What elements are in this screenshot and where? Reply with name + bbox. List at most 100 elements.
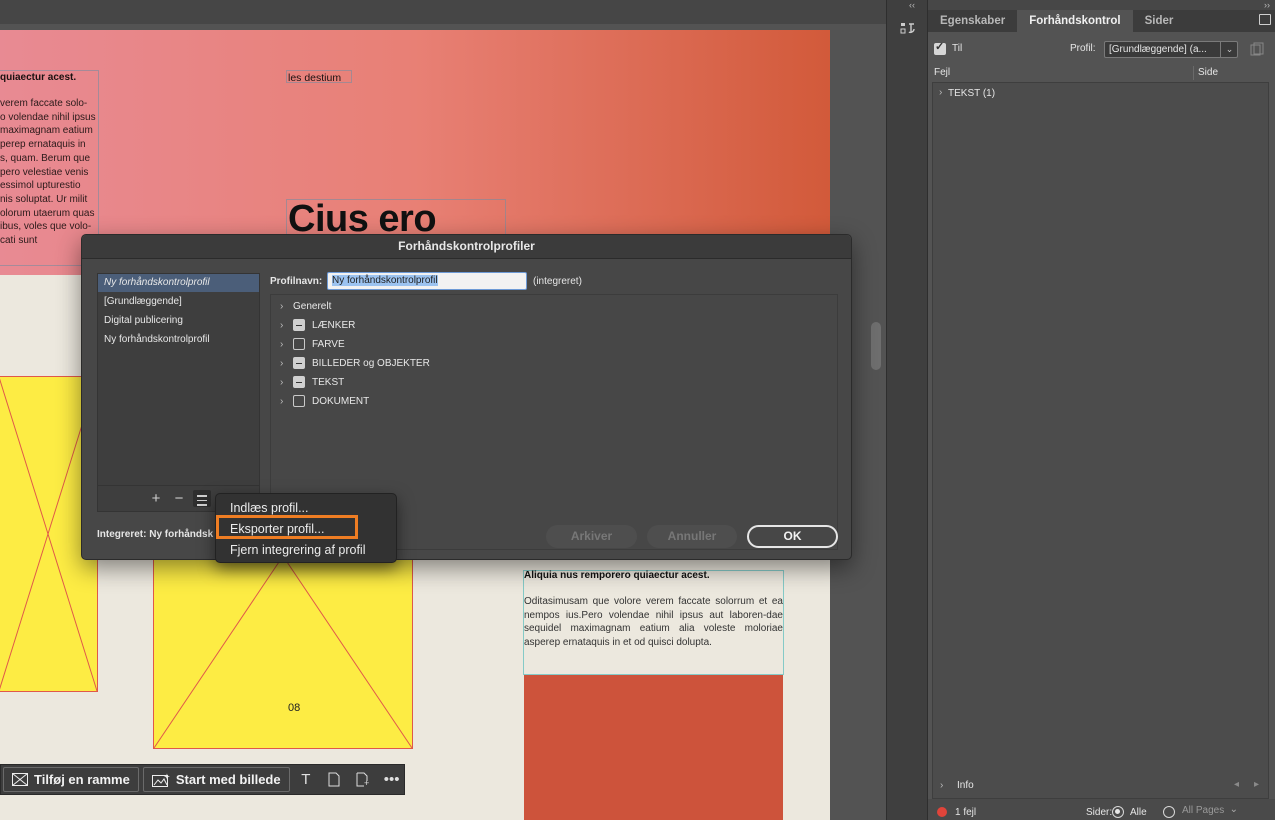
category-checkbox[interactable] (293, 376, 305, 388)
profile-menu-button[interactable] (193, 490, 211, 507)
pages-all-label: Alle (1130, 807, 1147, 818)
panel-tab-bar: Egenskaber Forhåndskontrol Sider (928, 10, 1275, 32)
profile-list-item[interactable]: Ny forhåndskontrolprofil (98, 274, 259, 292)
more-options-icon[interactable]: ••• (379, 767, 404, 792)
chevron-right-icon[interactable]: › (280, 320, 290, 331)
tab-forhandskontrol[interactable]: Forhåndskontrol (1017, 10, 1133, 32)
menu-item-load-profile[interactable]: Indlæs profil... (230, 501, 309, 515)
menu-item-export-profile[interactable]: Eksporter profil... (230, 522, 324, 536)
profile-label: Profil: (1070, 43, 1096, 54)
pages-range-field[interactable]: All Pages ⌄ (1178, 804, 1242, 820)
hero-column-body: verem faccate solo- o volendae nihil ips… (0, 98, 96, 247)
menu-item-unembed-profile[interactable]: Fjern integrering af profil (230, 543, 365, 557)
document-icon[interactable] (322, 767, 347, 792)
profile-list-item[interactable]: [Grundlæggende] (98, 293, 259, 311)
add-profile-button[interactable]: + (147, 490, 165, 507)
pages-label: Sider: (1086, 807, 1113, 818)
chevron-right-icon[interactable]: › (280, 377, 290, 388)
save-button[interactable]: Arkiver (546, 525, 637, 548)
image-sparkle-icon: ✦ (151, 773, 170, 787)
article-heading: Aliquia nus remporero quiaectur acest. (524, 570, 710, 581)
text-tool-icon[interactable]: T (294, 767, 319, 792)
column-header-error[interactable]: Fejl (934, 67, 950, 78)
chevron-down-icon: ⌄ (1229, 804, 1238, 815)
preflight-results-list[interactable]: › TEKST (1) (932, 82, 1269, 799)
red-color-block[interactable] (524, 675, 783, 820)
tree-row-color[interactable]: › FARVE (271, 335, 345, 353)
tree-row-document[interactable]: › DOKUMENT (271, 392, 369, 410)
column-divider (1193, 66, 1194, 80)
chevron-right-icon[interactable]: › (280, 358, 290, 369)
tree-row-label: BILLEDER og OBJEKTER (312, 357, 430, 369)
profile-list-item[interactable]: Ny forhåndskontrolprofil (98, 331, 259, 349)
preflight-on-checkbox[interactable] (934, 40, 946, 55)
tree-row-text[interactable]: › TEKST (271, 373, 344, 391)
preflight-on-label: Til (952, 43, 963, 54)
hero-column-heading: quiaectur acest. (0, 72, 77, 83)
error-count: 1 fejl (955, 807, 977, 818)
empty-frame-cross-icon (154, 556, 412, 748)
add-frame-button[interactable]: Tilføj en ramme (3, 767, 139, 792)
error-status-icon (937, 807, 947, 817)
tab-egenskaber[interactable]: Egenskaber (928, 10, 1017, 32)
tree-row-label: LÆNKER (312, 319, 356, 331)
start-with-image-button[interactable]: ✦ Start med billede (142, 767, 290, 792)
category-checkbox[interactable] (293, 357, 305, 369)
profile-options-menu: Indlæs profil... Eksporter profil... Fje… (215, 493, 397, 563)
document-tab-strip (0, 0, 886, 24)
profile-list: Ny forhåndskontrolprofil [Grundlæggende]… (97, 273, 260, 486)
start-with-image-label: Start med billede (175, 772, 281, 787)
scrollbar-thumb[interactable] (871, 322, 881, 370)
profile-select[interactable]: [Grundlæggende] (a... (1104, 41, 1238, 58)
next-error-icon[interactable]: ▸ (1254, 779, 1259, 790)
tree-row-label: Generelt (293, 300, 332, 312)
hero-tag-text: les destium (288, 72, 342, 84)
result-text-group[interactable]: TEKST (1) (948, 88, 995, 99)
prev-error-icon[interactable]: ◂ (1234, 779, 1239, 790)
tree-row-label: DOKUMENT (312, 395, 370, 407)
profile-name-label: Profilnavn: (270, 276, 323, 287)
tab-sider[interactable]: Sider (1133, 10, 1186, 32)
preflight-panel: ›› Egenskaber Forhåndskontrol Sider Til … (928, 0, 1275, 820)
panel-menu-icon[interactable] (1259, 14, 1271, 25)
category-checkbox[interactable] (293, 395, 305, 407)
article-text-frame[interactable]: Aliquia nus remporero quiaectur acest. O… (524, 570, 783, 650)
preflight-pages-icon (1250, 42, 1266, 56)
column-header-page[interactable]: Side (1198, 67, 1218, 78)
preflight-history-icon[interactable] (899, 20, 917, 38)
profile-list-item[interactable]: Digital publicering (98, 312, 259, 330)
pages-all-radio[interactable] (1112, 806, 1124, 818)
chevron-right-icon[interactable]: › (939, 87, 942, 98)
chevron-right-icon[interactable]: › (280, 301, 290, 312)
embedded-tag: (integreret) (533, 276, 582, 287)
chevron-down-icon[interactable]: ⌄ (1220, 41, 1238, 58)
collapse-right-icon[interactable]: ›› (1264, 0, 1270, 10)
pages-range-radio[interactable] (1163, 806, 1175, 818)
chevron-right-icon[interactable]: › (280, 396, 290, 407)
dialog-title: Forhåndskontrolprofiler (82, 235, 851, 259)
add-page-icon[interactable]: + (351, 767, 376, 792)
profile-name-input[interactable]: Ny forhåndskontrolprofil (327, 272, 527, 290)
document-vertical-scrollbar[interactable] (866, 24, 886, 820)
tree-row-generelt[interactable]: › Generelt (271, 297, 331, 315)
collapse-left-icon[interactable]: ‹‹ (909, 0, 915, 10)
image-placeholder-frame-center[interactable] (153, 555, 413, 749)
svg-text:+: + (364, 778, 369, 787)
contextual-task-bar: Tilføj en ramme ✦ Start med billede T + … (0, 764, 405, 795)
ok-button[interactable]: OK (747, 525, 838, 548)
info-label[interactable]: Info (957, 780, 974, 791)
preflight-profiles-dialog: Forhåndskontrolprofiler Ny forhåndskontr… (81, 234, 852, 560)
tree-row-images-objects[interactable]: › BILLEDER og OBJEKTER (271, 354, 430, 372)
add-frame-label: Tilføj en ramme (34, 772, 130, 787)
category-checkbox[interactable] (293, 338, 305, 350)
cancel-button[interactable]: Annuller (647, 525, 737, 548)
svg-text:✦: ✦ (164, 773, 170, 781)
remove-profile-button[interactable]: − (170, 490, 188, 507)
article-body: Oditasimusam que volore verem faccate so… (524, 596, 783, 649)
embedded-status: Integreret: Ny forhåndsk (97, 529, 214, 540)
pages-range-placeholder: All Pages (1182, 805, 1225, 816)
tree-row-links[interactable]: › LÆNKER (271, 316, 355, 334)
chevron-right-icon[interactable]: › (280, 339, 290, 350)
category-checkbox[interactable] (293, 319, 305, 331)
info-chevron-icon[interactable]: › (940, 780, 943, 791)
